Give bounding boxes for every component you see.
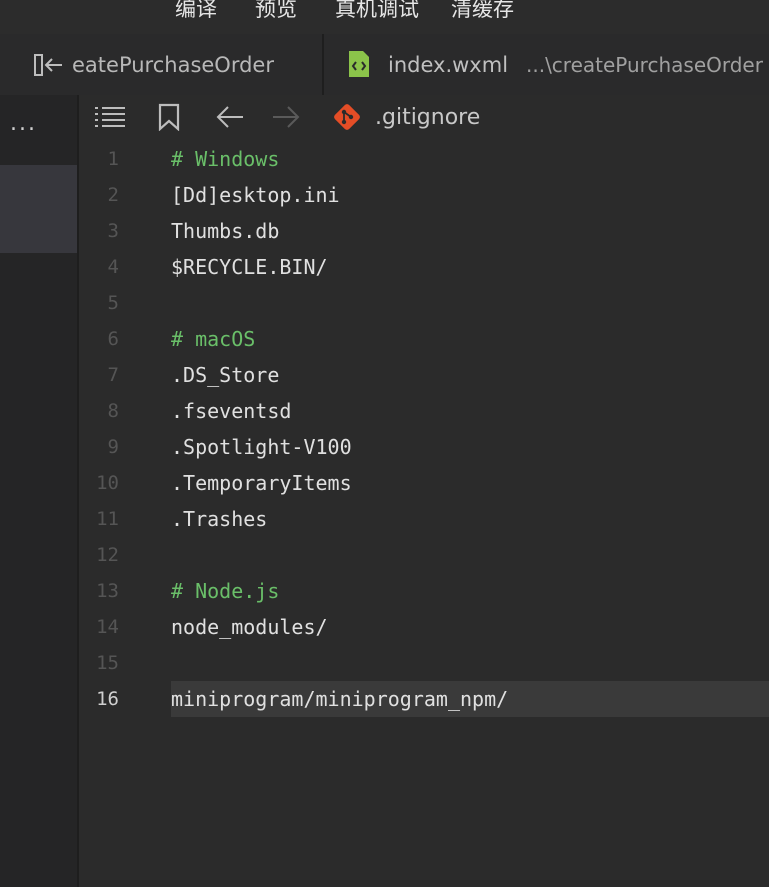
tab-createpurchaseorder[interactable]: eatePurchaseOrder — [0, 34, 322, 95]
code-line[interactable]: 2 [Dd]esktop.ini — [79, 177, 769, 213]
code-line[interactable]: 13 # Node.js — [79, 573, 769, 609]
line-number: 12 — [96, 544, 119, 566]
compile-button[interactable]: 编译 — [175, 0, 217, 24]
code-line[interactable]: 12 — [79, 537, 769, 573]
code-line[interactable]: 8 .fseventsd — [79, 393, 769, 429]
code-line[interactable]: 15 — [79, 645, 769, 681]
code-line[interactable]: 16 miniprogram/miniprogram_npm/ — [79, 681, 769, 717]
tab-label: eatePurchaseOrder — [72, 53, 274, 77]
sidebar-selected-item[interactable] — [0, 165, 77, 253]
line-number: 14 — [96, 616, 119, 638]
code-line[interactable]: 3 Thumbs.db — [79, 213, 769, 249]
top-toolbar: 编译 预览 真机调试 清缓存 — [0, 0, 769, 34]
code-text: Thumbs.db — [171, 219, 280, 243]
line-number: 13 — [96, 580, 119, 602]
code-text: .fseventsd — [171, 399, 292, 423]
code-comment: # Node.js — [171, 579, 280, 603]
code-line[interactable]: 11 .Trashes — [79, 501, 769, 537]
code-line[interactable]: 10 .TemporaryItems — [79, 465, 769, 501]
tab-index-wxml[interactable]: index.wxml ...\createPurchaseOrder — [324, 34, 769, 95]
code-comment: # Windows — [171, 147, 280, 171]
code-line[interactable]: 9 .Spotlight-V100 — [79, 429, 769, 465]
code-text: .Spotlight-V100 — [171, 435, 352, 459]
code-line[interactable]: 4 $RECYCLE.BIN/ — [79, 249, 769, 285]
back-arrow-icon[interactable] — [215, 105, 245, 129]
editor-toolbar: .gitignore — [79, 95, 769, 141]
line-number: 8 — [107, 400, 119, 422]
code-text: $RECYCLE.BIN/ — [171, 255, 328, 279]
preview-button[interactable]: 预览 — [255, 0, 297, 24]
forward-arrow-icon[interactable] — [271, 105, 301, 129]
tab-path: ...\createPurchaseOrder — [526, 53, 763, 77]
git-file-icon — [334, 104, 360, 130]
bookmark-icon[interactable] — [158, 103, 180, 131]
clear-cache-button[interactable]: 清缓存 — [451, 0, 514, 24]
line-number: 2 — [107, 184, 119, 206]
line-number: 5 — [107, 292, 119, 314]
line-number: 3 — [107, 220, 119, 242]
more-options-icon[interactable]: ... — [10, 111, 37, 136]
line-number: 15 — [96, 652, 119, 674]
line-number: 7 — [107, 364, 119, 386]
line-number: 9 — [107, 436, 119, 458]
code-text: [Dd]esktop.ini — [171, 183, 340, 207]
line-number: 10 — [96, 472, 119, 494]
code-line[interactable]: 6 # macOS — [79, 321, 769, 357]
line-number: 6 — [107, 328, 119, 350]
line-number: 16 — [96, 688, 119, 710]
outline-list-icon[interactable] — [94, 106, 126, 128]
line-number: 11 — [96, 508, 119, 530]
code-text: .TemporaryItems — [171, 471, 352, 495]
code-text: .DS_Store — [171, 363, 280, 387]
code-text: miniprogram/miniprogram_npm/ — [171, 687, 509, 711]
line-number: 4 — [107, 256, 119, 278]
code-line[interactable]: 14 node_modules/ — [79, 609, 769, 645]
line-number: 1 — [107, 148, 119, 170]
code-text: .Trashes — [171, 507, 268, 531]
tab-bar: eatePurchaseOrder index.wxml ...\createP… — [0, 34, 769, 95]
collapse-sidebar-icon[interactable] — [34, 53, 66, 77]
code-editor[interactable]: 1 # Windows 2 [Dd]esktop.ini 3 Thumbs.db 4 $REC… — [79, 141, 769, 887]
breadcrumb-file-name[interactable]: .gitignore — [375, 105, 480, 130]
tab-label: index.wxml — [388, 53, 509, 77]
code-comment: # macOS — [171, 327, 256, 351]
code-line[interactable]: 5 — [79, 285, 769, 321]
code-text: node_modules/ — [171, 615, 328, 639]
remote-debug-button[interactable]: 真机调试 — [335, 0, 419, 24]
code-line[interactable]: 1 # Windows — [79, 141, 769, 177]
sidebar: ... — [0, 95, 77, 887]
xml-file-icon — [349, 51, 369, 77]
code-line[interactable]: 7 .DS_Store — [79, 357, 769, 393]
